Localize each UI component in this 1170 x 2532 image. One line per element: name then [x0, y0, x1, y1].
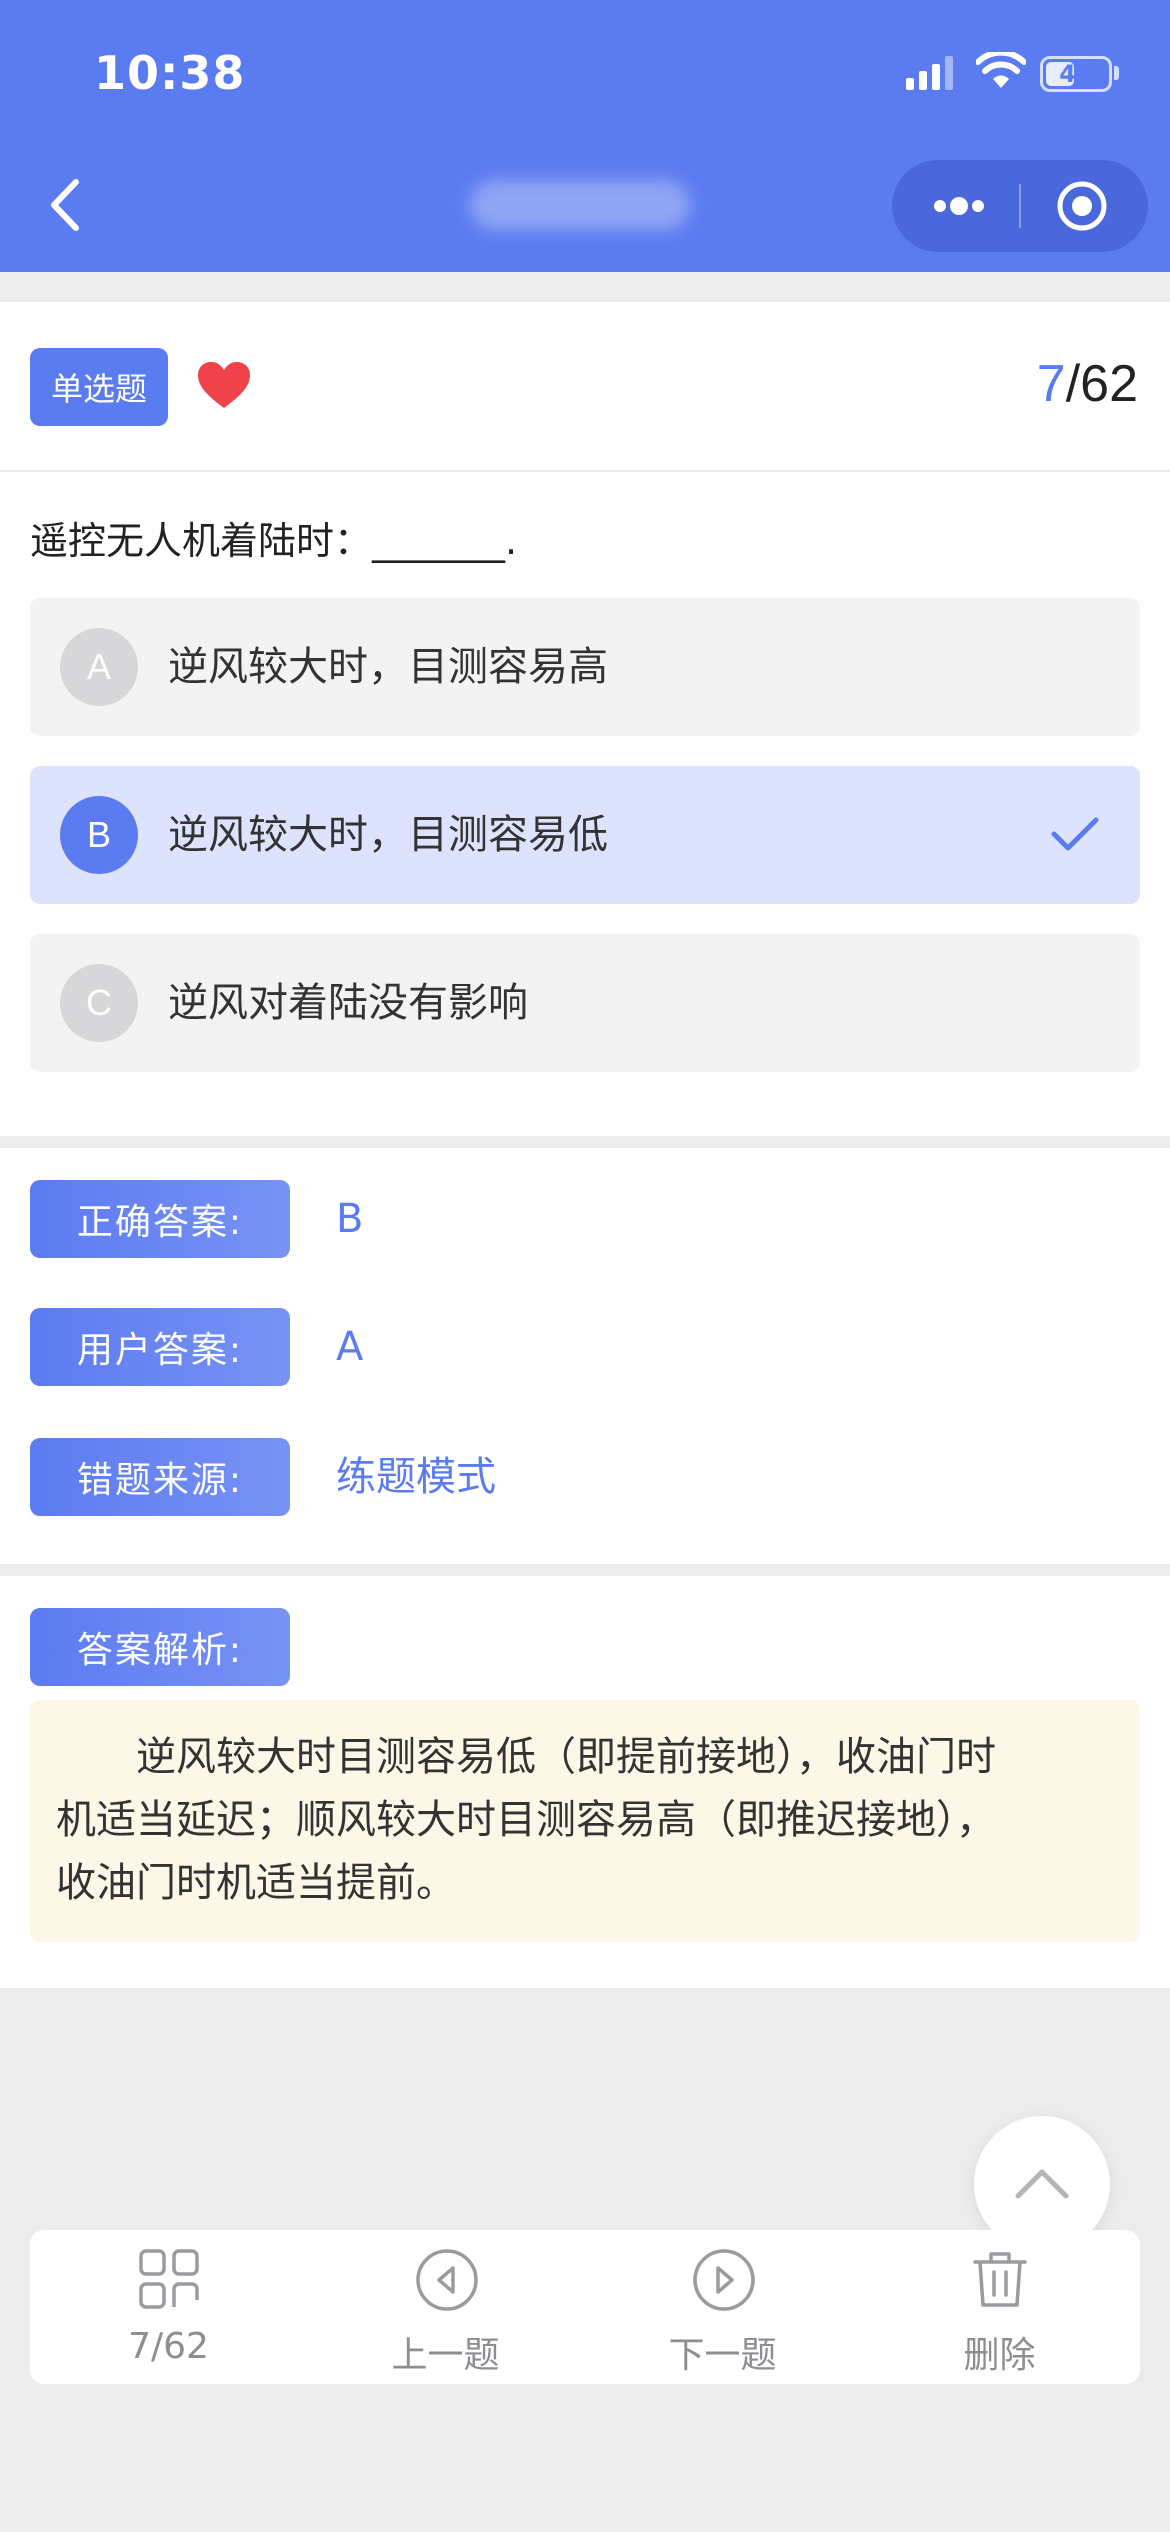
previous-circle-icon — [416, 2249, 478, 2311]
error-source-label: 错题来源: — [30, 1438, 290, 1516]
next-circle-icon — [693, 2249, 755, 2311]
more-dots-icon[interactable] — [914, 176, 1004, 236]
signal-icon — [906, 56, 953, 90]
bar-label-next: 下一题 — [668, 2335, 777, 2376]
option-text: 逆风较大时，目测容易高 — [168, 644, 608, 690]
bar-label-previous: 上一题 — [391, 2335, 500, 2376]
user-answer-value: A — [336, 1324, 364, 1370]
option-text: 逆风对着陆没有影响 — [168, 980, 528, 1026]
option-c[interactable]: C 逆风对着陆没有影响 — [30, 934, 1140, 1072]
correct-answer-value: B — [336, 1196, 364, 1242]
option-letter: C — [60, 964, 138, 1042]
grid-icon — [139, 2249, 199, 2309]
option-letter: B — [60, 796, 138, 874]
question-type-tag: 单选题 — [30, 348, 168, 426]
battery-icon: 47 — [1040, 56, 1112, 92]
analysis-card: 答案解析: 逆风较大时目测容易低（即提前接地），收油门时机适当延迟；顺风较大时目… — [0, 1576, 1170, 1988]
trash-icon — [973, 2252, 1027, 2307]
option-a[interactable]: A 逆风较大时，目测容易高 — [30, 598, 1140, 736]
top-header: 10:38 47 — [0, 0, 1170, 272]
status-time: 10:38 — [94, 46, 246, 100]
question-card: 单选题 7/62 遥控无人机着陆时：_______. A 逆风较大时，目测容易高… — [0, 302, 1170, 1136]
bar-label-progress: 7/62 — [128, 2326, 209, 2367]
option-text: 逆风较大时，目测容易低 — [168, 812, 608, 858]
bottom-toolbar: 7/62 上一题 下一题 删除 — [30, 2230, 1140, 2384]
answers-card: 正确答案: B 用户答案: A 错题来源: 练题模式 — [0, 1148, 1170, 1564]
next-question-button[interactable]: 下一题 — [584, 2230, 861, 2384]
user-answer-label: 用户答案: — [30, 1308, 290, 1386]
question-text: 遥控无人机着陆时：_______. — [30, 519, 518, 563]
analysis-label: 答案解析: — [30, 1608, 290, 1686]
mini-program-capsule — [892, 160, 1148, 252]
delete-button[interactable]: 删除 — [861, 2230, 1138, 2384]
heart-icon[interactable] — [196, 360, 252, 410]
progress-current: 7 — [1036, 355, 1066, 413]
option-letter: A — [60, 628, 138, 706]
back-arrow-icon[interactable] — [36, 170, 96, 240]
option-b[interactable]: B 逆风较大时，目测容易低 — [30, 766, 1140, 904]
error-source-value: 练题模式 — [336, 1454, 496, 1500]
previous-question-button[interactable]: 上一题 — [307, 2230, 584, 2384]
chevron-up-icon — [1015, 2169, 1069, 2199]
blurred-page-title — [470, 180, 690, 230]
question-progress: 7/62 — [1037, 354, 1138, 414]
question-index-button[interactable]: 7/62 — [30, 2230, 307, 2384]
wifi-icon — [976, 52, 1026, 88]
battery-nub — [1114, 66, 1119, 80]
analysis-text: 逆风较大时目测容易低（即提前接地），收油门时机适当延迟；顺风较大时目测容易高（即… — [30, 1700, 1140, 1942]
target-circle-icon[interactable] — [1042, 176, 1122, 236]
divider — [0, 470, 1170, 472]
correct-answer-label: 正确答案: — [30, 1180, 290, 1258]
check-icon — [1051, 817, 1099, 851]
battery-percent: 47 — [1059, 60, 1093, 88]
bar-label-delete: 删除 — [963, 2335, 1036, 2376]
progress-total: /62 — [1065, 355, 1138, 413]
capsule-divider — [1019, 184, 1021, 228]
